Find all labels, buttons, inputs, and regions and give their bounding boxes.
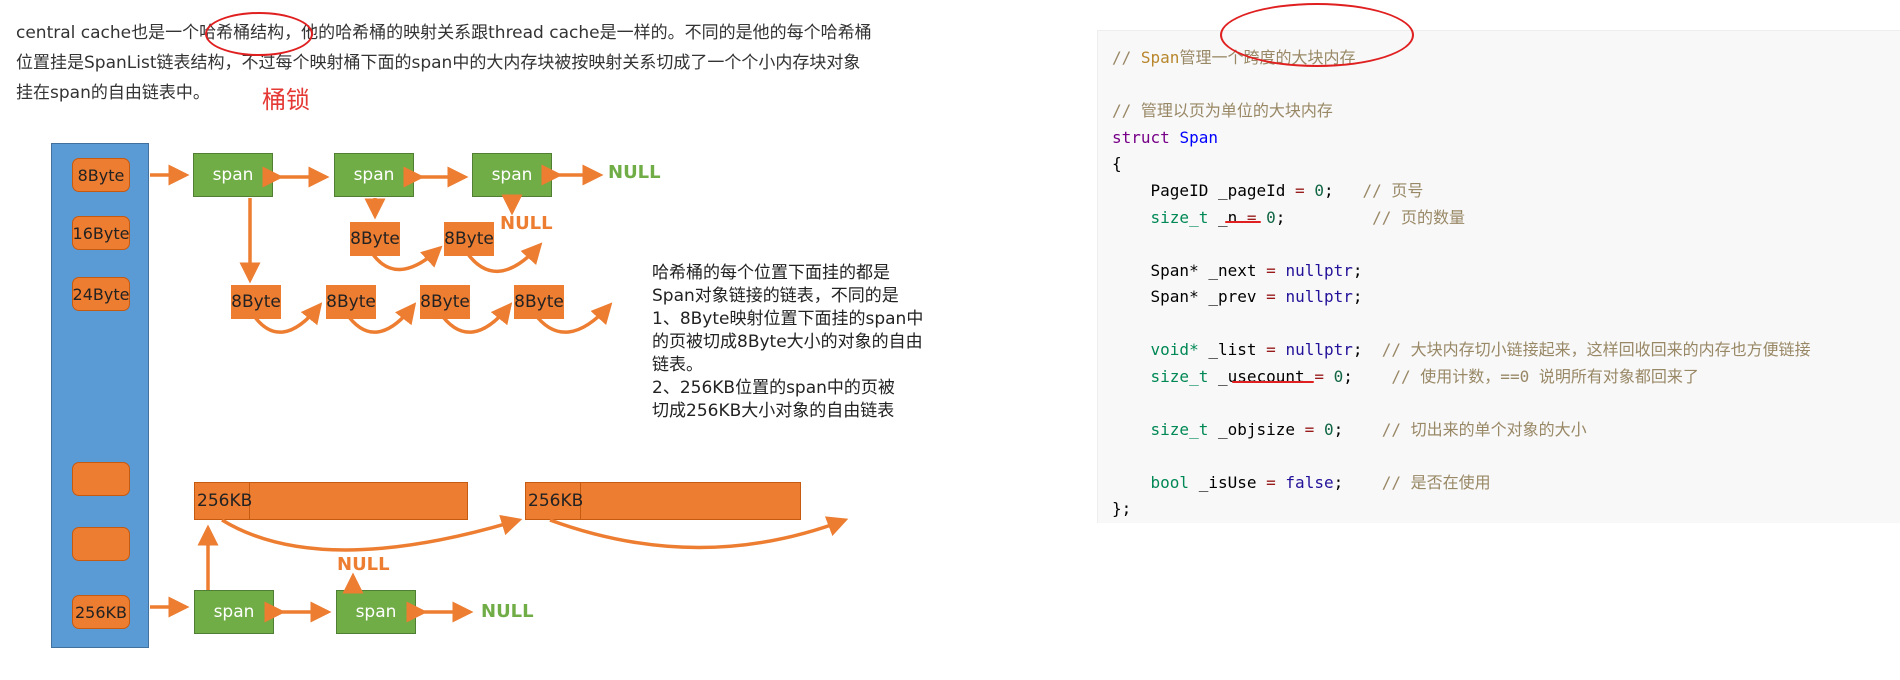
central-cache-diagram: 8Byte 16Byte 24Byte 256KB span span span…: [0, 0, 1000, 680]
code-line: void* _list = nullptr; // 大块内存切小链接起来，这样回…: [1150, 340, 1811, 359]
explanation-line: 1、8Byte映射位置下面挂的span中: [652, 309, 924, 329]
explanation-line: 哈希桶的每个位置下面挂的都是: [652, 263, 890, 283]
underline-usecount: [1232, 381, 1314, 383]
code-line: size_t _usecount = 0; // 使用计数，==0 说明所有对象…: [1150, 367, 1699, 386]
code-line: Span* _next = nullptr;: [1150, 261, 1363, 280]
underline-n: [1225, 221, 1261, 223]
code-line: Span* _prev = nullptr;: [1150, 287, 1363, 306]
code-line: size_t _n = 0; // 页的数量: [1150, 208, 1466, 227]
arrow: [368, 245, 443, 272]
code-line: bool _isUse = false; // 是否在使用: [1150, 473, 1491, 492]
explanation-line: 的页被切成8Byte大小的对象的自由: [652, 332, 923, 352]
code-line: // 管理以页为单位的大块内存: [1112, 101, 1333, 120]
code-block: // Span管理一个跨度的大块内存 // 管理以页为单位的大块内存 struc…: [1097, 30, 1900, 523]
code-line: {: [1112, 154, 1122, 173]
highlight-ring-span-comment: [1220, 3, 1414, 67]
explanation-line: 2、256KB位置的span中的页被: [652, 378, 895, 398]
explanation-line: Span对象链接的链表，不同的是: [652, 286, 899, 306]
code-line: size_t _objsize = 0; // 切出来的单个对象的大小: [1150, 420, 1587, 439]
arrow: [463, 242, 543, 274]
diagram-explanation: 哈希桶的每个位置下面挂的都是 Span对象链接的链表，不同的是 1、8Byte映…: [652, 262, 962, 423]
arrow: [438, 302, 513, 334]
arrow: [250, 302, 323, 334]
code-line: PageID _pageId = 0; // 页号: [1150, 181, 1424, 200]
explanation-line: 切成256KB大小对象的自由链表: [652, 401, 895, 421]
arrow: [532, 302, 613, 334]
code-line: };: [1112, 499, 1132, 518]
explanation-line: 链表。: [652, 355, 703, 375]
arrow: [221, 514, 523, 552]
code-line: struct Span: [1112, 128, 1218, 147]
arrow: [344, 302, 417, 334]
arrow: [549, 516, 849, 550]
